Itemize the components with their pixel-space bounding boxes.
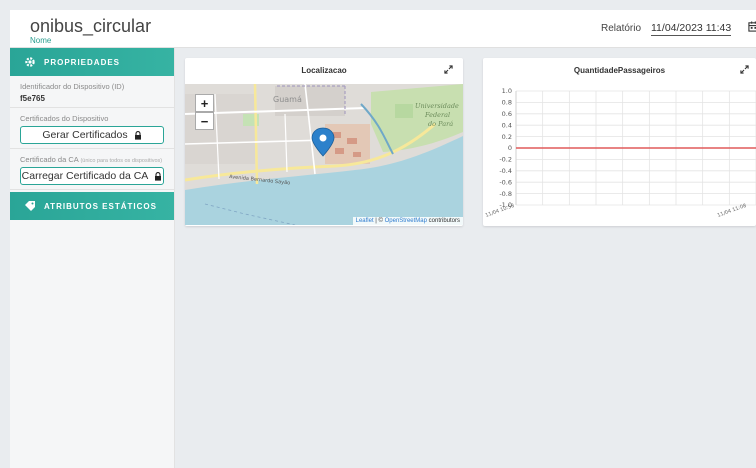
- chart-widget: QuantidadePassageiros 1.0 0.8 0.6 0.4 0.2 0 -0…: [483, 58, 756, 226]
- attribution-separator: | ©: [373, 218, 385, 224]
- static-attributes-section-header[interactable]: ATRIBUTOS ESTÁTICOS: [10, 192, 174, 220]
- device-name: onibus_circular: [30, 16, 152, 36]
- device-id-value: f5e765: [20, 94, 45, 103]
- passenger-chart[interactable]: 1.00.80.60.40.20-0.2-0.4-0.6-0.8-1.011/0…: [483, 81, 756, 226]
- leaflet-link[interactable]: Leaflet: [356, 218, 374, 224]
- y-tick-label: -0.4: [499, 167, 512, 175]
- map-widget: Localizacao Guamá Universidade Federal d…: [185, 58, 463, 226]
- y-tick-label: -0.8: [499, 190, 512, 198]
- map-label-district: Guamá: [273, 95, 302, 104]
- y-tick-label: -0.2: [499, 156, 512, 164]
- device-certs-label: Certificados do Dispositivo: [20, 114, 109, 123]
- top-bar: onibus_circular Nome Relatório 11/04/202…: [10, 10, 756, 48]
- ca-cert-label: Certificado da CA: [20, 155, 79, 164]
- device-certs-property: Certificados do Dispositivo Gerar Certif…: [10, 108, 174, 149]
- calendar-icon[interactable]: [748, 21, 756, 32]
- y-tick-label: 0.2: [502, 133, 512, 141]
- map-tiles: Guamá Universidade Federal do Pará Aveni…: [185, 84, 463, 225]
- expand-icon[interactable]: [444, 65, 453, 74]
- chart-widget-title: QuantidadePassageiros: [573, 66, 666, 75]
- report-label: Relatório: [601, 23, 642, 34]
- report-date-field[interactable]: 11/04/2023 11:43: [651, 22, 732, 36]
- gear-icon: [25, 57, 35, 67]
- y-tick-label: 1.0: [502, 87, 512, 95]
- map-widget-title: Localizacao: [301, 66, 347, 75]
- map-label-university-3: do Pará: [428, 120, 453, 128]
- lock-icon: [155, 171, 162, 181]
- expand-icon[interactable]: [740, 65, 749, 74]
- generate-certs-label: Gerar Certificados: [42, 129, 128, 141]
- sidebar: PROPRIEDADES Identificador do Dispositiv…: [10, 48, 175, 468]
- lock-icon: [134, 130, 141, 140]
- properties-title: PROPRIEDADES: [44, 57, 121, 67]
- generate-certs-button[interactable]: Gerar Certificados: [20, 126, 164, 144]
- device-id-property: Identificador do Dispositivo (ID) f5e765: [10, 76, 174, 108]
- osm-link[interactable]: OpenStreetMap: [385, 218, 427, 224]
- attribution-suffix: contributors: [426, 218, 460, 224]
- ca-cert-note: (único para todos os dispositivos): [80, 158, 163, 164]
- map-view[interactable]: Guamá Universidade Federal do Pará Aveni…: [185, 84, 463, 225]
- upload-ca-cert-label: Carregar Certificado da CA: [21, 170, 149, 182]
- properties-section-header[interactable]: PROPRIEDADES: [10, 48, 174, 76]
- static-attributes-title: ATRIBUTOS ESTÁTICOS: [44, 201, 157, 211]
- y-tick-label: 0.8: [502, 99, 512, 107]
- device-id-label: Identificador do Dispositivo (ID): [20, 82, 125, 91]
- y-tick-label: 0: [508, 144, 512, 152]
- y-tick-label: -0.6: [499, 178, 512, 186]
- tag-icon: [25, 201, 35, 211]
- zoom-in-button[interactable]: +: [195, 94, 214, 112]
- map-label-university-2: Federal: [424, 111, 450, 119]
- map-label-university-1: Universidade: [415, 102, 459, 110]
- y-tick-label: 0.4: [502, 121, 512, 129]
- ca-cert-property: Certificado da CA (único para todos os d…: [10, 149, 174, 190]
- map-attribution: Leaflet | © OpenStreetMap contributors: [352, 217, 463, 225]
- y-tick-label: 0.6: [502, 110, 512, 118]
- zoom-out-button[interactable]: −: [195, 112, 214, 130]
- device-name-caption: Nome: [30, 36, 52, 45]
- upload-ca-cert-button[interactable]: Carregar Certificado da CA: [20, 167, 164, 185]
